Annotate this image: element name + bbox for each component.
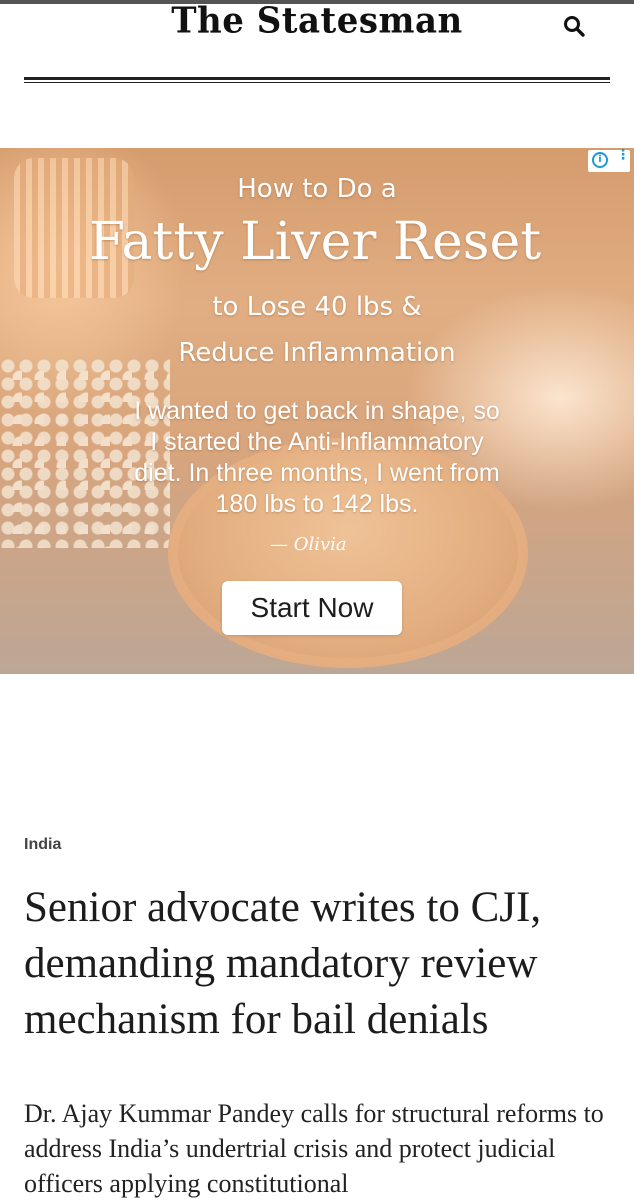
adchoices-badge[interactable]: i ⋮: [588, 148, 630, 172]
site-logo[interactable]: The Statesman: [0, 3, 634, 39]
ad-testimonial-line: 180 lbs to 142 lbs.: [215, 490, 419, 518]
start-now-button[interactable]: Start Now: [222, 581, 402, 635]
ad-testimonial-line: diet. In three months, I went from: [134, 459, 500, 487]
ad-headline-line-4: Reduce Inflammation: [178, 338, 456, 368]
ad-headline-line-1: How to Do a: [237, 174, 397, 204]
site-header: The Statesman: [0, 3, 634, 80]
section-label[interactable]: India: [24, 836, 61, 854]
ad-headline-line-2: Fatty Liver Reset: [88, 212, 542, 272]
article-summary: Dr. Ajay Kummar Pandey calls for structu…: [24, 1099, 604, 1198]
advertisement-banner[interactable]: i ⋮ How to Do a Fatty Liver Reset to Los…: [0, 148, 634, 674]
ad-headline-line-3: to Lose 40 lbs &: [212, 292, 422, 322]
more-options-icon[interactable]: ⋮: [616, 148, 630, 170]
ad-testimonial: I wanted to get back in shape, so I star…: [67, 396, 567, 520]
ad-testimonial-signature: — Olivia: [270, 534, 347, 555]
header-divider-thin: [24, 82, 610, 83]
ad-testimonial-line: I started the Anti-Inflammatory: [150, 428, 484, 456]
info-icon[interactable]: i: [592, 152, 608, 168]
article-headline[interactable]: Senior advocate writes to CJI, demanding…: [24, 880, 614, 1048]
ad-testimonial-line: I wanted to get back in shape, so: [134, 397, 500, 425]
header-divider-thick: [24, 77, 610, 80]
search-icon[interactable]: [562, 14, 586, 38]
